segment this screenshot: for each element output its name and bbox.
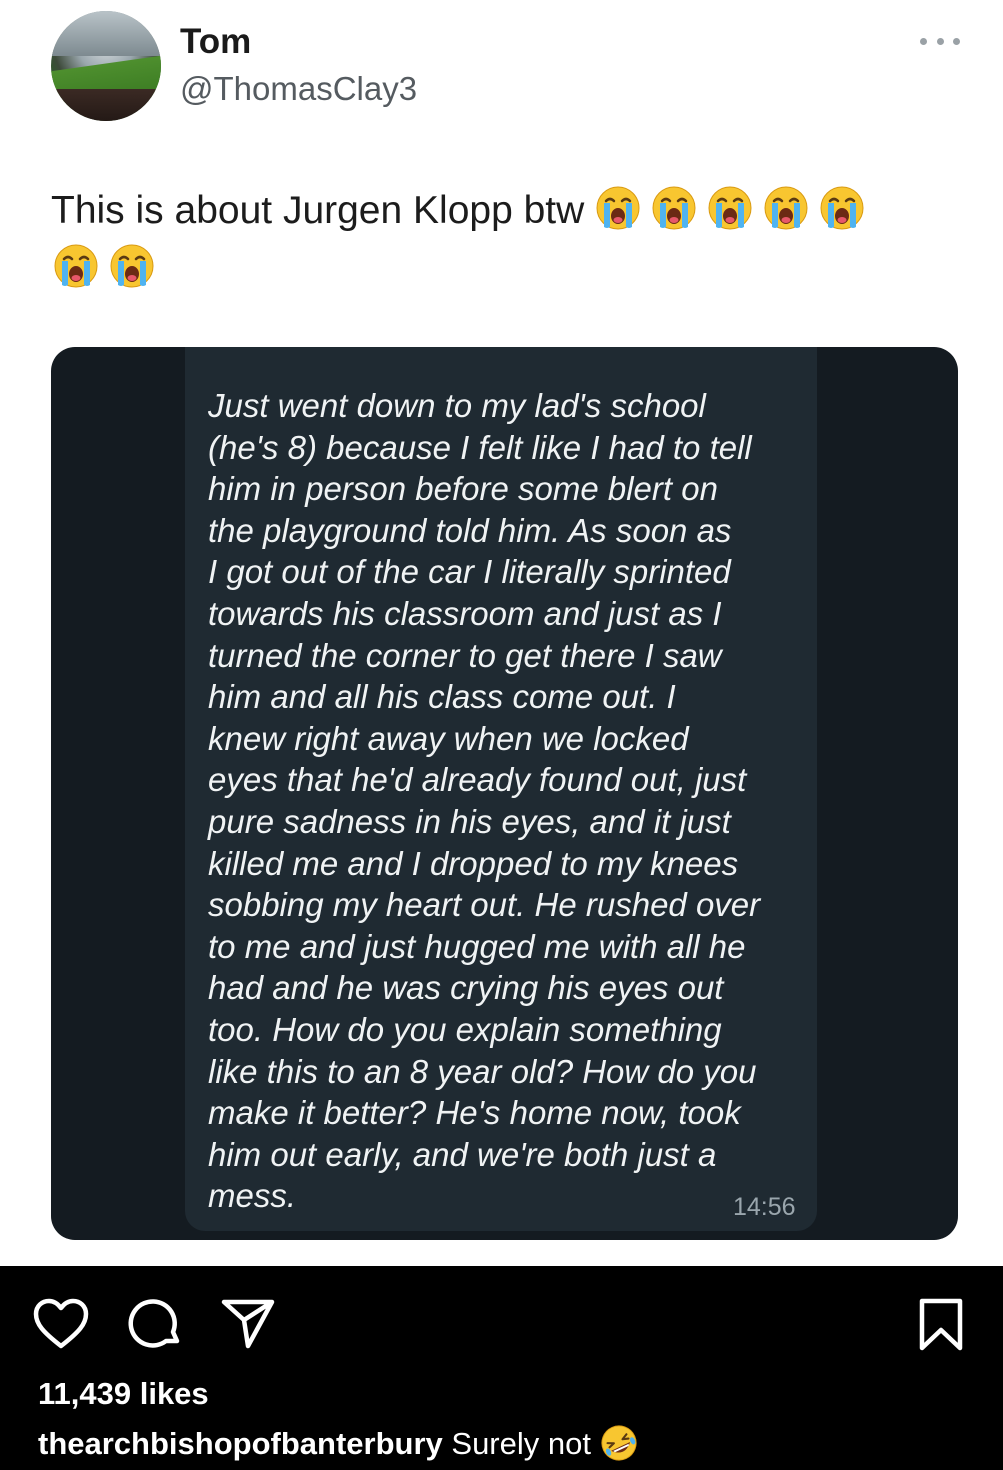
crying-face-icon — [110, 244, 154, 288]
crying-face-icon — [596, 186, 640, 230]
avatar[interactable] — [51, 11, 161, 121]
crying-face-icon — [764, 186, 808, 230]
message-time: 14:56 — [733, 1193, 796, 1221]
emoji-group-row2 — [53, 243, 165, 289]
share-icon[interactable] — [220, 1298, 276, 1355]
like-heart-icon[interactable] — [33, 1298, 89, 1355]
display-name[interactable]: Tom — [180, 22, 251, 62]
post-footer: 11,439 likes thearchbishopofbanterbury S… — [0, 1266, 1003, 1470]
message-text: Just went down to my lad's school (he's … — [208, 387, 761, 1215]
tweet-text-content: This is about Jurgen Klopp btw — [51, 189, 585, 232]
caption: thearchbishopofbanterbury Surely not — [38, 1424, 638, 1462]
caption-username[interactable]: thearchbishopofbanterbury — [38, 1426, 443, 1461]
crying-face-icon — [820, 186, 864, 230]
handle[interactable]: @ThomasClay3 — [180, 70, 417, 108]
caption-text: Surely not — [451, 1426, 591, 1461]
message-screenshot: Just went down to my lad's school (he's … — [51, 347, 958, 1240]
comment-icon[interactable] — [127, 1296, 183, 1357]
likes-count[interactable]: 11,439 likes — [38, 1376, 209, 1412]
crying-face-icon — [652, 186, 696, 230]
crying-face-icon — [54, 244, 98, 288]
emoji-group — [595, 186, 875, 232]
avatar-stand — [51, 89, 161, 121]
rolling-laughing-emoji-icon — [600, 1425, 638, 1461]
bookmark-icon[interactable] — [917, 1298, 965, 1357]
avatar-sky — [51, 11, 161, 56]
page: Tom @ThomasClay3 This is about Jurgen Kl… — [0, 0, 1003, 1470]
crying-face-icon — [708, 186, 752, 230]
tweet-text: This is about Jurgen Klopp btw — [51, 182, 951, 240]
tweet-card: Tom @ThomasClay3 This is about Jurgen Kl… — [0, 0, 1003, 1266]
more-options-icon[interactable] — [920, 30, 960, 52]
